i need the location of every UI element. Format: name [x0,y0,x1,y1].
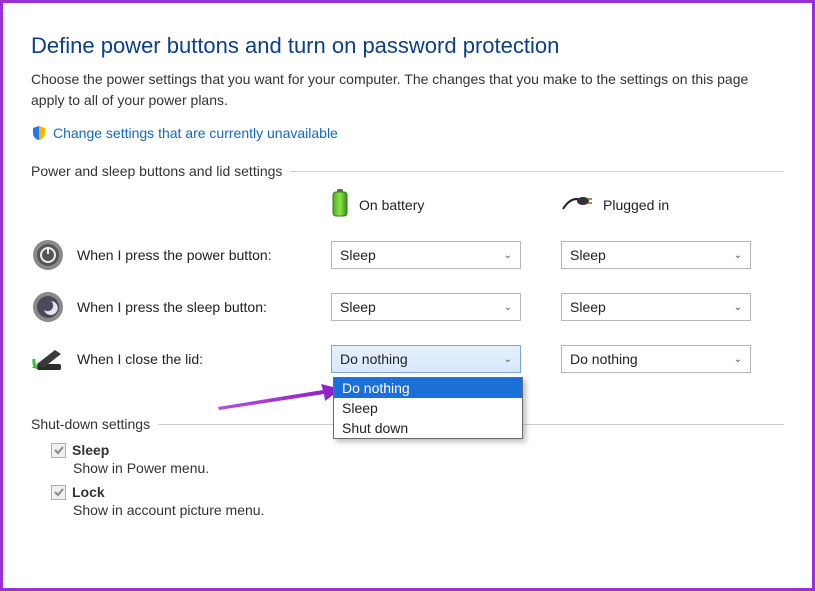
battery-icon [331,189,349,220]
chevron-down-icon: ⌄ [504,250,512,261]
sleep-battery-combo[interactable]: Sleep ⌄ [331,293,521,321]
dropdown-option-shut-down[interactable]: Shut down [334,418,522,438]
sleep-button-icon [31,290,65,324]
page-subtext: Choose the power settings that you want … [31,69,784,111]
page-title: Define power buttons and turn on passwor… [31,33,784,59]
row-lid-label: When I close the lid: [77,351,203,367]
lid-battery-dropdown[interactable]: Do nothing Sleep Shut down [333,377,523,439]
power-battery-combo[interactable]: Sleep ⌄ [331,241,521,269]
annotation-arrow [213,381,343,411]
checkbox-lock[interactable] [51,485,66,500]
row-power-label: When I press the power button: [77,247,272,263]
checkbox-sleep-label: Sleep [72,442,109,458]
section-shutdown-label: Shut-down settings [31,416,150,432]
lid-battery-combo[interactable]: Do nothing ⌄ [331,345,521,373]
checkbox-sleep[interactable] [51,443,66,458]
section-buttons-label: Power and sleep buttons and lid settings [31,163,282,179]
sleep-plugged-combo[interactable]: Sleep ⌄ [561,293,751,321]
checkbox-lock-label: Lock [72,484,105,500]
chevron-down-icon: ⌄ [504,354,512,365]
power-button-icon [31,238,65,272]
chevron-down-icon: ⌄ [504,302,512,313]
dropdown-option-sleep[interactable]: Sleep [334,398,522,418]
dropdown-option-do-nothing[interactable]: Do nothing [334,378,522,398]
power-plugged-combo[interactable]: Sleep ⌄ [561,241,751,269]
lid-battery-value: Do nothing [340,351,408,367]
lid-plugged-value: Do nothing [570,351,638,367]
change-settings-link[interactable]: Change settings that are currently unava… [31,125,338,141]
power-battery-value: Sleep [340,247,376,263]
row-sleep-label: When I press the sleep button: [77,299,267,315]
change-settings-text: Change settings that are currently unava… [53,125,338,141]
column-plugged-label: Plugged in [603,197,669,213]
chevron-down-icon: ⌄ [734,250,742,261]
shield-icon [31,125,47,141]
lid-icon [31,342,65,376]
power-plugged-value: Sleep [570,247,606,263]
sleep-plugged-value: Sleep [570,299,606,315]
lid-plugged-combo[interactable]: Do nothing ⌄ [561,345,751,373]
column-battery-label: On battery [359,197,424,213]
chevron-down-icon: ⌄ [734,354,742,365]
sleep-battery-value: Sleep [340,299,376,315]
checkbox-sleep-sub: Show in Power menu. [73,460,784,476]
checkbox-lock-sub: Show in account picture menu. [73,502,784,518]
plug-icon [561,194,593,215]
divider [290,171,784,172]
chevron-down-icon: ⌄ [734,302,742,313]
